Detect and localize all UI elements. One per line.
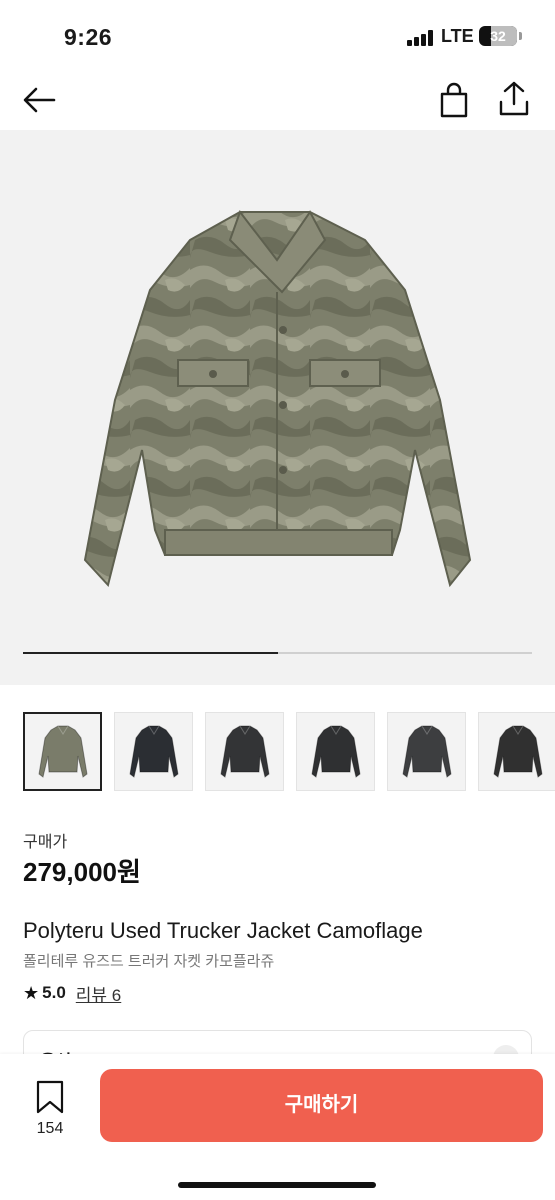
product-subtitle: 폴리테루 유즈드 트러커 자켓 카모플라쥬 xyxy=(23,953,275,970)
review-link[interactable]: 리뷰 6 xyxy=(76,981,121,1006)
thumbnail-image xyxy=(37,725,88,778)
arrow-left-icon xyxy=(23,87,56,113)
thumbnail-strip xyxy=(23,712,555,792)
battery-level: 32 xyxy=(490,28,506,44)
thumbnail-charcoal[interactable] xyxy=(387,712,466,791)
cart-button[interactable] xyxy=(434,80,474,120)
price: 279,000원 xyxy=(23,857,141,887)
bottom-action-bar: 154 구매하기 xyxy=(0,1054,555,1200)
network-label: LTE xyxy=(441,26,474,46)
home-indicator xyxy=(178,1182,376,1188)
thumbnail-black-4[interactable] xyxy=(478,712,555,791)
nav-bar xyxy=(0,70,555,130)
thumbnail-image xyxy=(310,725,361,778)
price-label: 구매가 xyxy=(23,834,68,851)
signal-icon xyxy=(407,30,435,46)
thumbnail-camo[interactable] xyxy=(23,712,102,791)
thumbnail-black-3[interactable] xyxy=(296,712,375,791)
gallery-progress-track xyxy=(23,652,532,654)
thumbnail-black-2[interactable] xyxy=(205,712,284,791)
rating-value: 5.0 xyxy=(42,983,66,1002)
status-time: 9:26 xyxy=(64,24,113,50)
star-icon: ★ xyxy=(23,982,40,1003)
product-title: Polyteru Used Trucker Jacket Camoflage xyxy=(23,918,423,943)
rating-row: ★ 5.0 리뷰 6 xyxy=(23,981,121,1006)
back-button[interactable] xyxy=(20,80,60,120)
thumbnail-image xyxy=(492,725,543,778)
bookmark-icon xyxy=(36,1080,64,1114)
share-icon xyxy=(499,81,529,116)
thumbnail-image xyxy=(401,725,452,778)
battery-nub xyxy=(519,32,522,40)
thumbnail-image xyxy=(128,725,179,778)
thumbnail-image xyxy=(219,725,270,778)
gallery-progress-fill xyxy=(23,652,278,654)
buy-button[interactable]: 구매하기 xyxy=(100,1069,543,1142)
battery-icon: 32 xyxy=(479,26,517,46)
share-button[interactable] xyxy=(494,78,534,118)
thumbnail-black-1[interactable] xyxy=(114,712,193,791)
product-image xyxy=(83,209,472,588)
wishlist-button[interactable]: 154 xyxy=(22,1078,78,1138)
shopping-bag-icon xyxy=(440,82,468,118)
product-image-gallery[interactable] xyxy=(0,130,555,685)
status-bar: 9:26 LTE 32 xyxy=(0,0,555,70)
wishlist-count: 154 xyxy=(36,1120,64,1137)
